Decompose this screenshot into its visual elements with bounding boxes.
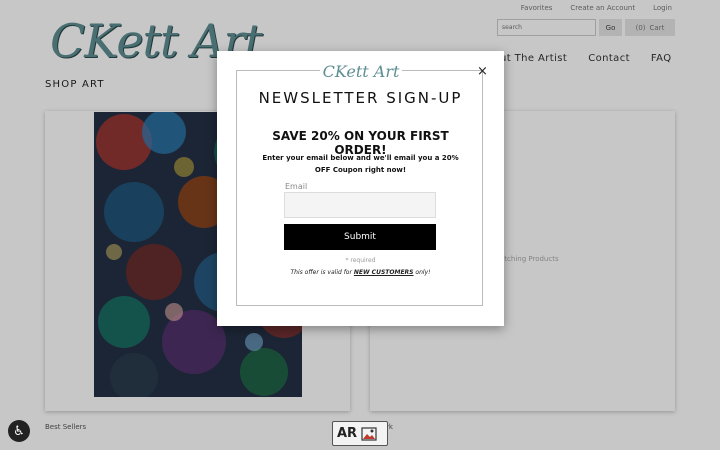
modal-title: NEWSLETTER SIGN-UP [258, 89, 463, 107]
image-icon [361, 426, 377, 441]
offer-note: This offer is valid for NEW CUSTOMERS on… [247, 269, 474, 276]
modal-description: Enter your email below and we'll email y… [262, 154, 459, 174]
offer-emphasis: NEW CUSTOMERS [353, 269, 414, 276]
ar-label: AR [337, 426, 358, 441]
email-label: Email [285, 182, 308, 191]
offer-prefix: This offer is valid for [290, 269, 354, 276]
offer-suffix: only! [413, 269, 431, 276]
page: Favorites Create an Account Login Go (0)… [0, 0, 720, 450]
submit-button[interactable]: Submit [284, 224, 436, 250]
required-note: * required [345, 257, 376, 264]
modal-logo: CKett Art [320, 62, 402, 81]
ar-badge[interactable]: AR [332, 421, 388, 446]
close-icon[interactable]: × [477, 64, 488, 79]
newsletter-modal: CKett Art × NEWSLETTER SIGN-UP SAVE 20% … [217, 51, 504, 326]
accessibility-icon[interactable]: ♿ [8, 420, 30, 442]
email-field[interactable] [284, 192, 436, 218]
